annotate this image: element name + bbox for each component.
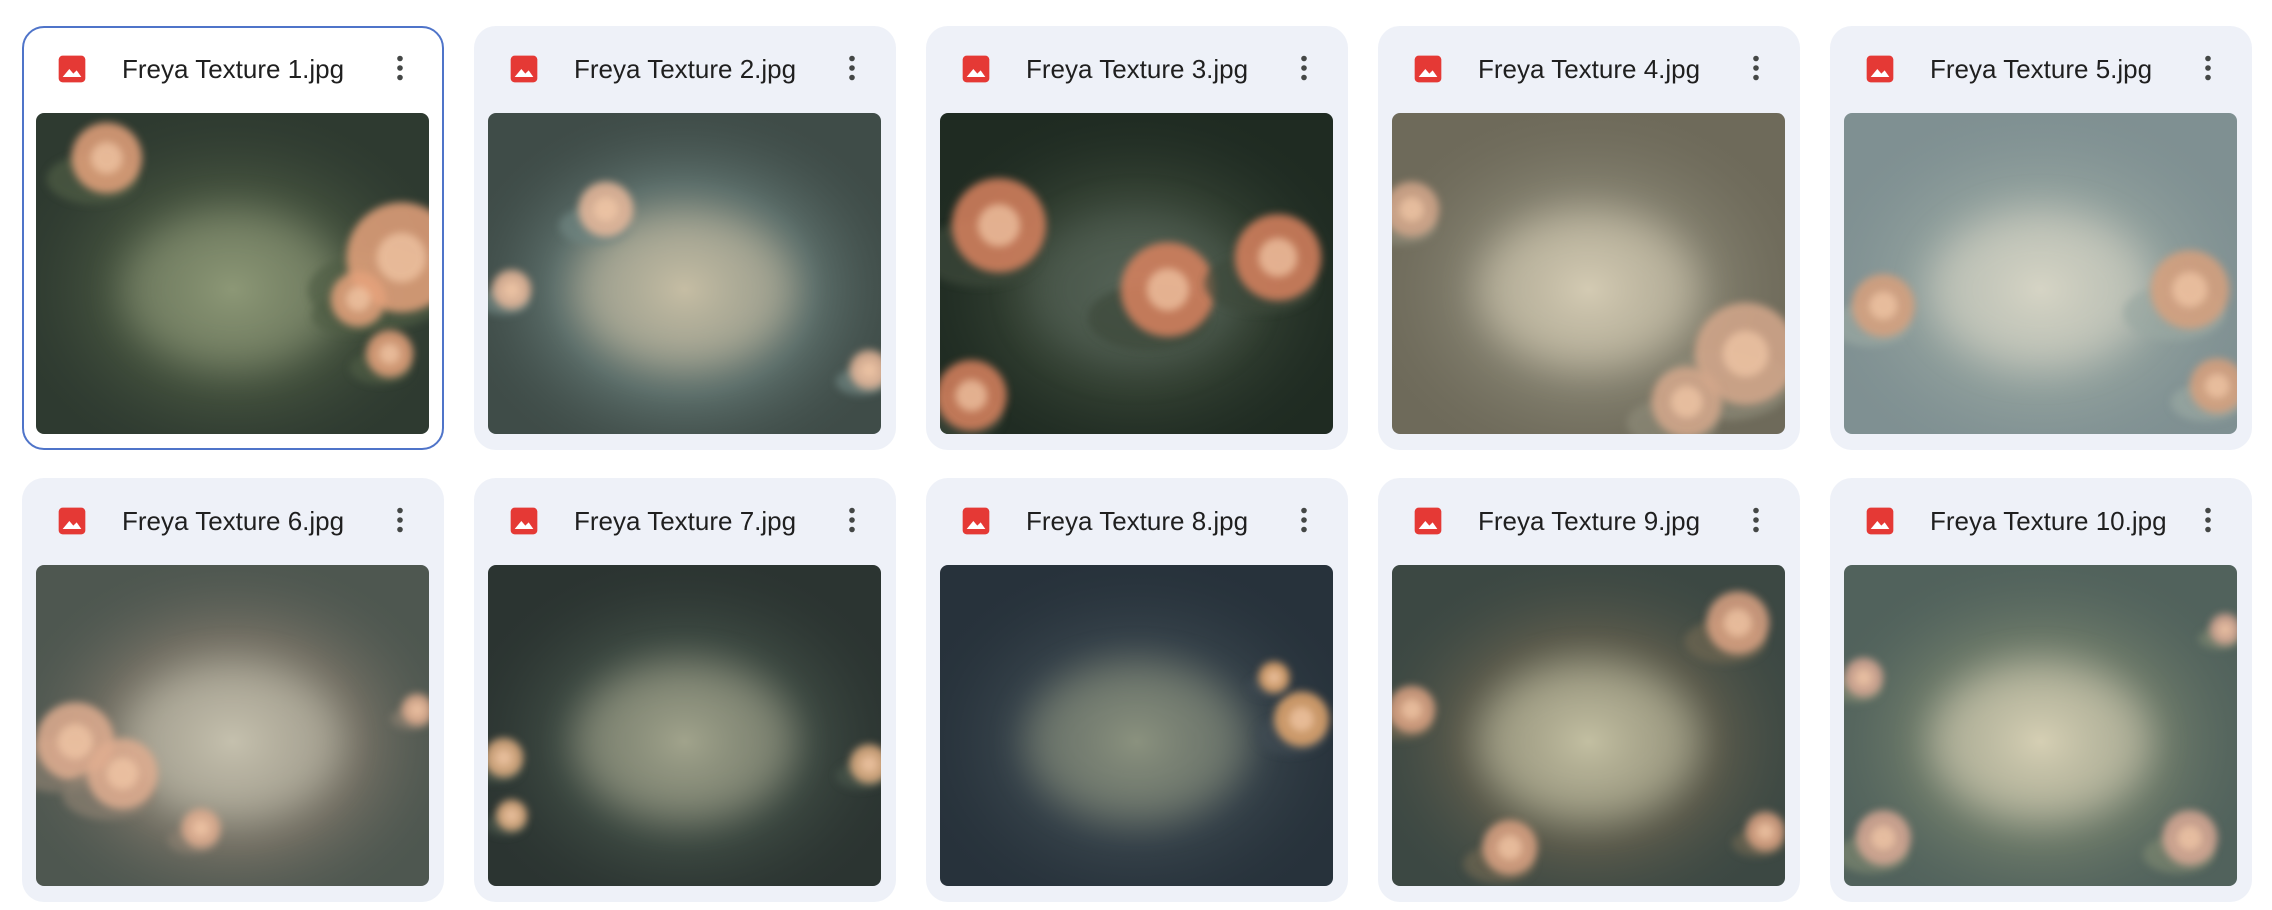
file-name: Freya Texture 3.jpg [1026,54,1249,84]
file-card[interactable]: Freya Texture 6.jpg [22,478,444,902]
image-thumbnail[interactable] [940,113,1333,434]
file-name: Freya Texture 1.jpg [122,54,345,84]
image-thumbnail[interactable] [1844,565,2237,886]
image-thumbnail[interactable] [940,565,1333,886]
file-name: Freya Texture 5.jpg [1930,54,2153,84]
file-card[interactable]: Freya Texture 2.jpg [474,26,896,450]
image-icon [1864,53,1896,85]
file-card-header: Freya Texture 5.jpg [1830,26,2252,112]
file-name: Freya Texture 2.jpg [574,54,797,84]
file-card-header: Freya Texture 7.jpg [474,478,896,564]
file-card-header: Freya Texture 10.jpg [1830,478,2252,564]
file-card-header: Freya Texture 2.jpg [474,26,896,112]
more-vert-icon[interactable] [1736,500,1776,540]
image-icon [1864,505,1896,537]
file-card[interactable]: Freya Texture 7.jpg [474,478,896,902]
more-vert-icon[interactable] [1736,48,1776,88]
more-vert-icon[interactable] [2188,500,2228,540]
more-vert-icon[interactable] [1284,48,1324,88]
image-icon [508,53,540,85]
more-vert-icon[interactable] [2188,48,2228,88]
more-vert-icon[interactable] [380,500,420,540]
file-name: Freya Texture 9.jpg [1478,506,1701,536]
file-card[interactable]: Freya Texture 10.jpg [1830,478,2252,902]
image-thumbnail[interactable] [36,113,429,434]
image-icon [56,53,88,85]
image-icon [1412,505,1444,537]
file-card[interactable]: Freya Texture 1.jpg [22,26,444,450]
file-card[interactable]: Freya Texture 3.jpg [926,26,1348,450]
file-card[interactable]: Freya Texture 8.jpg [926,478,1348,902]
file-card-header: Freya Texture 3.jpg [926,26,1348,112]
more-vert-icon[interactable] [832,500,872,540]
image-thumbnail[interactable] [1392,565,1785,886]
file-name: Freya Texture 6.jpg [122,506,345,536]
image-icon [56,505,88,537]
more-vert-icon[interactable] [832,48,872,88]
image-thumbnail[interactable] [488,565,881,886]
file-name: Freya Texture 4.jpg [1478,54,1701,84]
file-card-header: Freya Texture 9.jpg [1378,478,1800,564]
file-card[interactable]: Freya Texture 9.jpg [1378,478,1800,902]
file-card-header: Freya Texture 8.jpg [926,478,1348,564]
file-card[interactable]: Freya Texture 5.jpg [1830,26,2252,450]
image-thumbnail[interactable] [1844,113,2237,434]
image-thumbnail[interactable] [36,565,429,886]
more-vert-icon[interactable] [1284,500,1324,540]
file-grid: Freya Texture 1.jpg Freya Texture 2.jpg Fr… [22,26,2252,902]
more-vert-icon[interactable] [380,48,420,88]
image-thumbnail[interactable] [488,113,881,434]
file-name: Freya Texture 10.jpg [1930,506,2167,536]
image-thumbnail[interactable] [1392,113,1785,434]
file-card-header: Freya Texture 4.jpg [1378,26,1800,112]
file-card-header: Freya Texture 6.jpg [22,478,444,564]
image-icon [1412,53,1444,85]
file-card-header: Freya Texture 1.jpg [24,28,442,114]
image-icon [960,53,992,85]
image-icon [508,505,540,537]
file-name: Freya Texture 7.jpg [574,506,797,536]
image-icon [960,505,992,537]
file-name: Freya Texture 8.jpg [1026,506,1249,536]
file-card[interactable]: Freya Texture 4.jpg [1378,26,1800,450]
